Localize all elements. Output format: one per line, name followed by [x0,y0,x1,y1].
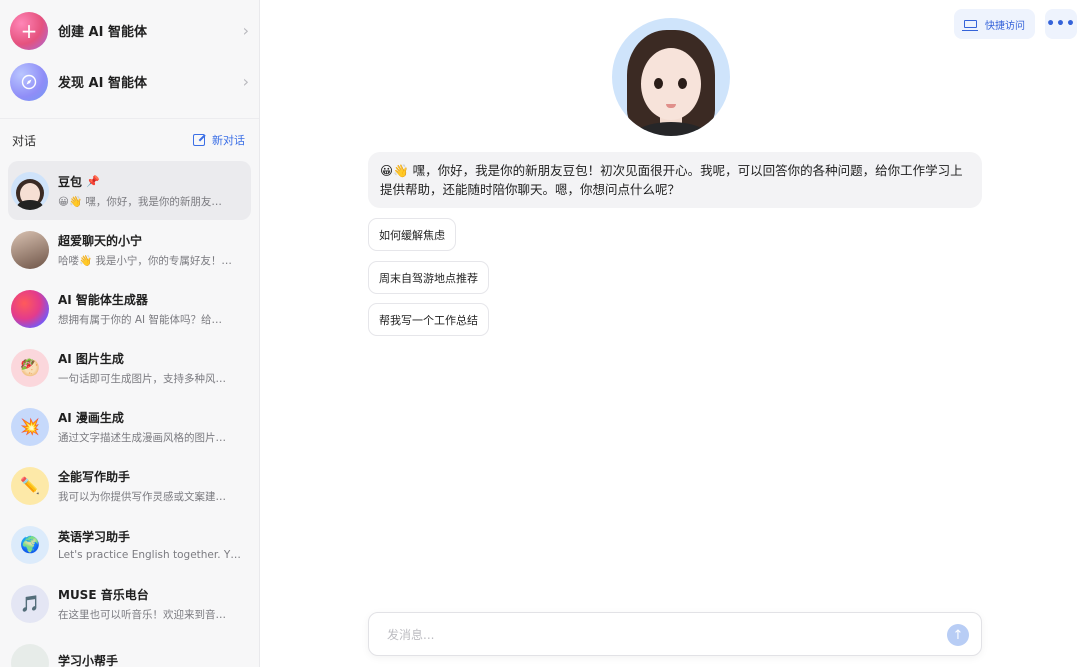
chat-item-english-assistant[interactable]: 🌍 英语学习助手 Let's practice English together… [8,515,251,574]
chat-preview: 在这里也可以听音乐！欢迎来到音… [58,608,226,621]
quick-access-label: 快捷访问 [985,20,1025,32]
compass-icon [10,62,48,101]
music-note-icon: 🎵 [11,584,49,623]
chat-name: AI 图片生成 [58,351,124,366]
chat-name: 豆包 [58,174,83,189]
chat-item-comic-generation[interactable]: 💥 AI 漫画生成 通过文字描述生成漫画风格的图片… [8,397,251,456]
chat-item-agent-generator[interactable]: AI 智能体生成器 想拥有属于你的 AI 智能体吗？给… [8,279,251,338]
chat-preview: 哈喽👋 我是小宁，你的专属好友！… [58,254,232,267]
chat-name: 全能写作助手 [58,469,131,484]
chat-name: AI 漫画生成 [58,410,124,425]
chat-item-image-generation[interactable]: 🥙 AI 图片生成 一句话即可生成图片，支持多种风… [8,338,251,397]
chat-name: 超爱聊天的小宁 [58,233,143,248]
new-chat-label: 新对话 [212,134,245,147]
chat-name: 学习小帮手 [58,654,119,667]
discover-agent-label: 发现 AI 智能体 [58,76,147,91]
section-title: 对话 [12,133,37,148]
message-input[interactable] [387,625,927,645]
xiaoning-avatar [11,230,49,269]
chat-list: 豆包 📌 😀👋 嘿，你好，我是你的新朋友… 超爱聊天的小宁 哈喽👋 我是小宁，你的… [0,161,259,667]
chat-preview: 通过文字描述生成漫画风格的图片… [58,431,226,444]
pencil-icon: ✏️ [11,466,49,505]
chevron-right-icon: › [242,72,249,91]
app-window: + 创建 AI 智能体 › 发现 AI 智能体 › 对话 新对话 豆包 📌 😀👋… [0,0,1080,667]
chat-item-study-helper[interactable]: 学习小帮手 [8,633,251,667]
study-avatar [11,643,49,667]
more-options-button[interactable]: ••• [1045,9,1077,39]
sidebar: + 创建 AI 智能体 › 发现 AI 智能体 › 对话 新对话 豆包 📌 😀👋… [0,0,260,667]
comic-icon: 💥 [11,407,49,446]
chat-name: AI 智能体生成器 [58,292,148,307]
chat-preview: 一句话即可生成图片，支持多种风… [58,372,226,385]
pin-icon: 📌 [86,174,100,188]
send-arrow-icon[interactable]: ↑ [947,624,969,646]
chat-preview: Let's practice English together. Y… [58,549,241,561]
image-gen-icon: 🥙 [11,348,49,387]
doubao-avatar [11,171,49,210]
suggestion-chip[interactable]: 如何缓解焦虑 [368,218,456,251]
chevron-right-icon: › [242,21,249,40]
conversation-section-header: 对话 新对话 [0,119,259,161]
chat-main: 快捷访问 ••• 😀👋 嘿，你好，我是你的新朋友豆包！初次见面很开心。我呢，可以… [260,0,1080,667]
new-chat-button[interactable]: 新对话 [193,132,245,148]
laptop-icon [962,20,978,31]
plus-icon: + [10,11,48,50]
message-input-box: ↑ [368,612,982,656]
create-agent-button[interactable]: + 创建 AI 智能体 › [0,5,259,56]
gradient-orb-icon [11,289,49,328]
chat-name: 英语学习助手 [58,530,131,544]
chat-preview: 我可以为你提供写作灵感或文案建… [58,490,226,503]
discover-agent-button[interactable]: 发现 AI 智能体 › [0,56,259,107]
chat-item-writing-assistant[interactable]: ✏️ 全能写作助手 我可以为你提供写作灵感或文案建… [8,456,251,515]
globe-icon: 🌍 [11,525,49,564]
chat-preview: 😀👋 嘿，你好，我是你的新朋友… [58,195,222,208]
bot-greeting-message: 😀👋 嘿，你好，我是你的新朋友豆包！初次见面很开心。我呢，可以回答你的各种问题，… [368,152,982,208]
edit-icon [193,134,205,146]
create-agent-label: 创建 AI 智能体 [58,25,147,40]
top-toolbar: 快捷访问 ••• [954,9,1077,39]
chat-item-xiaoning[interactable]: 超爱聊天的小宁 哈喽👋 我是小宁，你的专属好友！… [8,220,251,279]
chat-name: MUSE 音乐电台 [58,587,149,602]
suggestion-chip[interactable]: 帮我写一个工作总结 [368,303,489,336]
suggestion-chip[interactable]: 周末自驾游地点推荐 [368,261,489,294]
chat-item-doubao[interactable]: 豆包 📌 😀👋 嘿，你好，我是你的新朋友… [8,161,251,220]
chat-item-muse-radio[interactable]: 🎵 MUSE 音乐电台 在这里也可以听音乐！欢迎来到音… [8,574,251,633]
bot-avatar [612,18,730,136]
quick-access-button[interactable]: 快捷访问 [954,9,1035,39]
chat-preview: 想拥有属于你的 AI 智能体吗？给… [58,313,222,326]
